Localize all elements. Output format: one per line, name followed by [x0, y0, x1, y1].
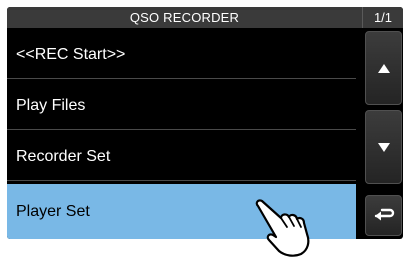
- menu-item-recorder-set[interactable]: Recorder Set: [7, 133, 356, 181]
- scroll-up-button[interactable]: [365, 31, 402, 105]
- page-indicator: 1/1: [362, 7, 403, 28]
- menu-item-rec-start[interactable]: <<REC Start>>: [7, 31, 356, 79]
- qso-recorder-screen: QSO RECORDER 1/1 <<REC Start>> Play File…: [7, 7, 403, 239]
- triangle-down-icon: [377, 142, 390, 152]
- back-button[interactable]: [365, 195, 402, 236]
- title-bar: QSO RECORDER 1/1: [7, 7, 403, 28]
- return-arrow-icon: [374, 208, 394, 220]
- triangle-up-icon: [377, 63, 390, 73]
- side-panel: [362, 31, 403, 239]
- menu-item-play-files[interactable]: Play Files: [7, 82, 356, 130]
- scroll-down-button[interactable]: [365, 110, 402, 184]
- pointing-hand-icon: [255, 199, 310, 257]
- screen-title: QSO RECORDER: [129, 10, 240, 25]
